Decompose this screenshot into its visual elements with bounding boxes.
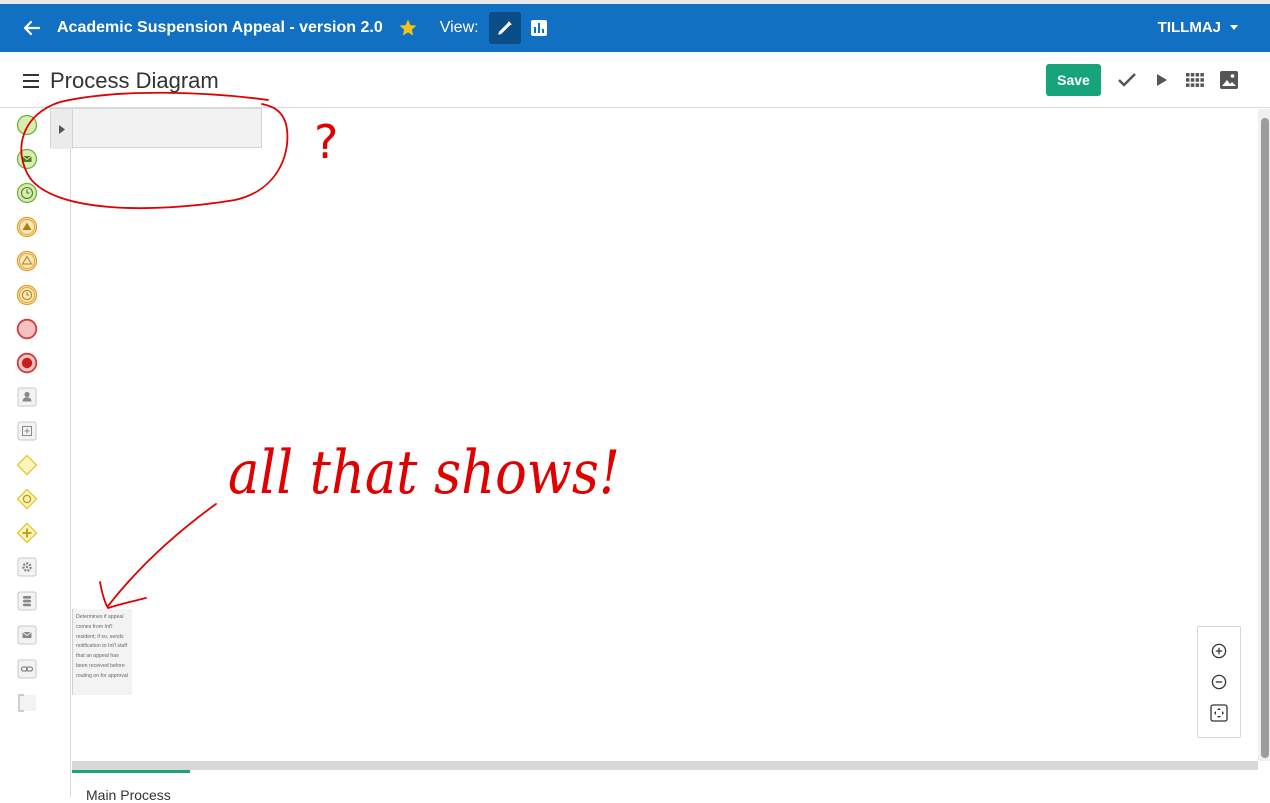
pencil-icon <box>497 21 512 35</box>
palette-message-task[interactable] <box>16 624 38 646</box>
start-event-icon <box>16 114 38 136</box>
tab-label: Main Process <box>86 787 171 803</box>
palette-data-store[interactable] <box>16 590 38 612</box>
terminate-end-event-icon <box>16 352 38 374</box>
zoom-in-button[interactable] <box>1209 641 1229 661</box>
image-icon <box>1220 71 1238 89</box>
tab-main-process[interactable]: Main Process <box>72 770 190 803</box>
diagram-header: Process Diagram Save <box>0 52 1270 108</box>
process-tabs: Main Process <box>72 770 1270 803</box>
play-icon <box>1157 74 1167 86</box>
palette-signal-intermediate-event[interactable] <box>16 216 38 238</box>
horizontal-scrollbar[interactable] <box>72 761 1258 770</box>
link-icon <box>17 659 37 679</box>
subprocess-icon <box>17 421 37 441</box>
palette-user-task[interactable] <box>16 386 38 408</box>
user-task-icon <box>17 387 37 407</box>
bar-chart-icon <box>530 20 547 36</box>
zoom-out-icon <box>1211 674 1227 690</box>
palette-timer-intermediate-event[interactable] <box>16 284 38 306</box>
palette-terminate-end-event[interactable] <box>16 352 38 374</box>
checkmark-icon <box>1118 73 1136 87</box>
diagram-canvas[interactable] <box>72 109 1258 761</box>
fit-screen-icon <box>1210 704 1228 722</box>
end-event-icon <box>16 318 38 340</box>
vertical-scrollbar-thumb[interactable] <box>1261 118 1269 758</box>
signal-catch-event-icon <box>16 250 38 272</box>
analytics-view-button[interactable] <box>523 12 555 44</box>
message-start-event-icon <box>16 148 38 170</box>
zoom-controls <box>1197 626 1241 738</box>
save-button[interactable]: Save <box>1046 64 1101 96</box>
palette-exclusive-gateway[interactable] <box>16 454 38 476</box>
palette-parallel-gateway[interactable] <box>16 522 38 544</box>
palette-signal-catch-event[interactable] <box>16 250 38 272</box>
app-title: Academic Suspension Appeal - version 2.0 <box>57 19 383 36</box>
collapsed-properties-panel <box>50 108 262 149</box>
zoom-out-button[interactable] <box>1209 672 1229 692</box>
page-title: Process Diagram <box>50 68 219 93</box>
zoom-in-icon <box>1211 643 1227 659</box>
panel-expand-button[interactable] <box>51 109 73 149</box>
text-annotation[interactable]: Determines if appeal comes from Int'l re… <box>72 609 132 695</box>
signal-intermediate-event-icon <box>16 216 38 238</box>
user-menu[interactable]: TILLMAJ <box>1158 19 1238 36</box>
bpmn-palette <box>0 108 71 797</box>
parallel-gateway-icon <box>16 522 38 544</box>
service-task-icon <box>17 557 37 577</box>
grid-icon <box>1186 73 1204 87</box>
user-name: TILLMAJ <box>1157 19 1221 36</box>
edit-view-button[interactable] <box>488 12 521 44</box>
annotation-icon <box>18 694 36 712</box>
timer-start-event-icon <box>16 182 38 204</box>
inclusive-gateway-icon <box>16 488 38 510</box>
palette-link[interactable] <box>16 658 38 680</box>
arrow-left-icon <box>23 20 40 36</box>
top-bar: Academic Suspension Appeal - version 2.0… <box>0 0 1270 52</box>
fit-screen-button[interactable] <box>1209 703 1229 723</box>
exclusive-gateway-icon <box>16 454 38 476</box>
timer-intermediate-event-icon <box>16 284 38 306</box>
palette-service-task[interactable] <box>16 556 38 578</box>
validate-button[interactable] <box>1116 69 1138 91</box>
chevron-right-icon <box>58 124 65 134</box>
palette-subprocess[interactable] <box>16 420 38 442</box>
view-label: View: <box>439 19 479 36</box>
back-button[interactable] <box>20 17 42 39</box>
palette-timer-start-event[interactable] <box>16 182 38 204</box>
palette-message-start-event[interactable] <box>16 148 38 170</box>
palette-start-event[interactable] <box>16 114 38 136</box>
run-button[interactable] <box>1151 69 1173 91</box>
palette-annotation[interactable] <box>16 692 38 714</box>
export-image-button[interactable] <box>1218 69 1240 91</box>
star-icon <box>399 19 417 36</box>
palette-inclusive-gateway[interactable] <box>16 488 38 510</box>
favorite-button[interactable] <box>398 17 420 39</box>
palette-end-event[interactable] <box>16 318 38 340</box>
hamburger-menu-icon[interactable] <box>23 74 39 88</box>
data-store-icon <box>17 591 37 611</box>
caret-down-icon <box>1230 25 1238 30</box>
grid-toggle-button[interactable] <box>1184 69 1206 91</box>
message-task-icon <box>17 625 37 645</box>
